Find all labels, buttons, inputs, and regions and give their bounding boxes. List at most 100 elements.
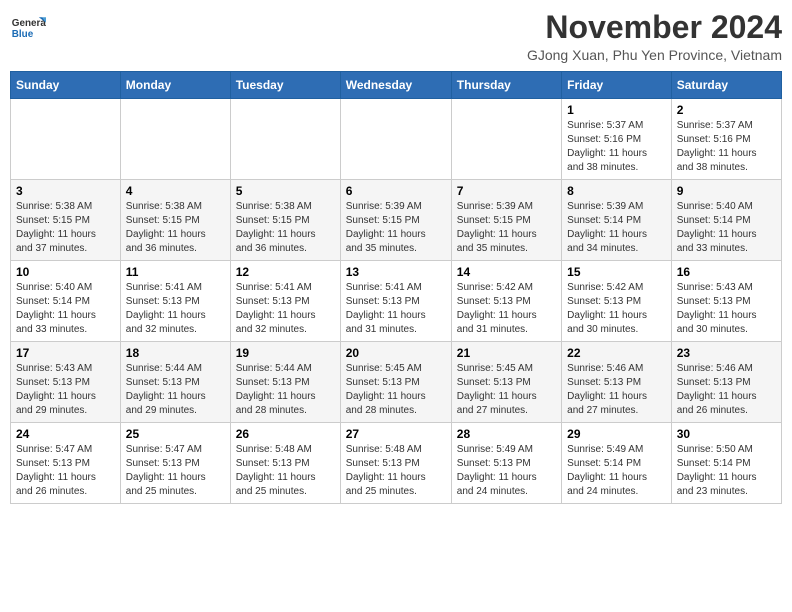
calendar-cell: 9 Sunrise: 5:40 AM Sunset: 5:14 PM Daylig… [671,180,781,261]
calendar-cell [340,99,451,180]
day-info: Sunrise: 5:46 AM Sunset: 5:13 PM Dayligh… [677,362,776,418]
calendar-cell: 22 Sunrise: 5:46 AM Sunset: 5:13 PM Dayli… [562,342,672,423]
calendar-cell: 26 Sunrise: 5:48 AM Sunset: 5:13 PM Dayli… [230,423,340,504]
day-info: Sunrise: 5:42 AM Sunset: 5:13 PM Dayligh… [567,281,666,337]
day-number: 24 [16,427,115,441]
calendar-week-row: 24 Sunrise: 5:47 AM Sunset: 5:13 PM Dayli… [11,423,782,504]
day-info: Sunrise: 5:49 AM Sunset: 5:14 PM Dayligh… [567,443,666,499]
calendar-week-row: 1 Sunrise: 5:37 AM Sunset: 5:16 PM Daylig… [11,99,782,180]
day-info: Sunrise: 5:43 AM Sunset: 5:13 PM Dayligh… [677,281,776,337]
calendar-cell: 18 Sunrise: 5:44 AM Sunset: 5:13 PM Dayli… [120,342,230,423]
day-number: 9 [677,184,776,198]
day-of-week-header: Tuesday [230,72,340,99]
calendar-cell: 4Sunrise: 5:38 AM Sunset: 5:15 PM Daylig… [120,180,230,261]
day-info: Sunrise: 5:41 AM Sunset: 5:13 PM Dayligh… [126,281,225,337]
calendar-cell: 28Sunrise: 5:49 AM Sunset: 5:13 PM Dayli… [451,423,561,504]
svg-text:Blue: Blue [12,29,34,40]
day-info: Sunrise: 5:41 AM Sunset: 5:13 PM Dayligh… [236,281,335,337]
calendar-cell: 30Sunrise: 5:50 AM Sunset: 5:14 PM Dayli… [671,423,781,504]
day-number: 12 [236,265,335,279]
calendar-cell [11,99,121,180]
day-info: Sunrise: 5:40 AM Sunset: 5:14 PM Dayligh… [16,281,115,337]
day-number: 29 [567,427,666,441]
calendar-cell: 24 Sunrise: 5:47 AM Sunset: 5:13 PM Dayli… [11,423,121,504]
calendar-cell [451,99,561,180]
day-info: Sunrise: 5:39 AM Sunset: 5:15 PM Dayligh… [346,200,446,256]
day-number: 16 [677,265,776,279]
calendar-cell: 27Sunrise: 5:48 AM Sunset: 5:13 PM Dayli… [340,423,451,504]
day-info: Sunrise: 5:47 AM Sunset: 5:13 PM Dayligh… [16,443,115,499]
day-info: Sunrise: 5:48 AM Sunset: 5:13 PM Dayligh… [236,443,335,499]
day-of-week-header: Monday [120,72,230,99]
day-number: 8 [567,184,666,198]
calendar-cell: 23 Sunrise: 5:46 AM Sunset: 5:13 PM Dayli… [671,342,781,423]
day-number: 18 [126,346,225,360]
day-number: 17 [16,346,115,360]
day-number: 20 [346,346,446,360]
calendar-cell: 2 Sunrise: 5:37 AM Sunset: 5:16 PM Daylig… [671,99,781,180]
day-number: 2 [677,103,776,117]
calendar-cell: 11 Sunrise: 5:41 AM Sunset: 5:13 PM Dayli… [120,261,230,342]
location: GJong Xuan, Phu Yen Province, Vietnam [527,47,782,63]
calendar-cell [230,99,340,180]
logo: General Blue [10,10,46,46]
title-section: November 2024 GJong Xuan, Phu Yen Provin… [527,10,782,63]
calendar-cell: 14 Sunrise: 5:42 AM Sunset: 5:13 PM Dayli… [451,261,561,342]
calendar-cell: 10 Sunrise: 5:40 AM Sunset: 5:14 PM Dayli… [11,261,121,342]
day-info: Sunrise: 5:44 AM Sunset: 5:13 PM Dayligh… [236,362,335,418]
day-number: 15 [567,265,666,279]
day-info: Sunrise: 5:39 AM Sunset: 5:15 PM Dayligh… [457,200,556,256]
day-of-week-header: Saturday [671,72,781,99]
day-number: 26 [236,427,335,441]
day-number: 21 [457,346,556,360]
month-title: November 2024 [527,10,782,45]
day-number: 30 [677,427,776,441]
day-info: Sunrise: 5:37 AM Sunset: 5:16 PM Dayligh… [567,119,666,175]
day-number: 19 [236,346,335,360]
calendar-cell: 5Sunrise: 5:38 AM Sunset: 5:15 PM Daylig… [230,180,340,261]
calendar-cell: 15 Sunrise: 5:42 AM Sunset: 5:13 PM Dayli… [562,261,672,342]
calendar-cell: 1 Sunrise: 5:37 AM Sunset: 5:16 PM Daylig… [562,99,672,180]
day-number: 1 [567,103,666,117]
calendar-cell: 13 Sunrise: 5:41 AM Sunset: 5:13 PM Dayli… [340,261,451,342]
day-of-week-header: Sunday [11,72,121,99]
day-info: Sunrise: 5:45 AM Sunset: 5:13 PM Dayligh… [457,362,556,418]
day-number: 4 [126,184,225,198]
day-info: Sunrise: 5:48 AM Sunset: 5:13 PM Dayligh… [346,443,446,499]
day-info: Sunrise: 5:47 AM Sunset: 5:13 PM Dayligh… [126,443,225,499]
day-info: Sunrise: 5:46 AM Sunset: 5:13 PM Dayligh… [567,362,666,418]
day-info: Sunrise: 5:44 AM Sunset: 5:13 PM Dayligh… [126,362,225,418]
calendar-week-row: 3Sunrise: 5:38 AM Sunset: 5:15 PM Daylig… [11,180,782,261]
day-number: 11 [126,265,225,279]
day-number: 14 [457,265,556,279]
day-number: 23 [677,346,776,360]
day-info: Sunrise: 5:43 AM Sunset: 5:13 PM Dayligh… [16,362,115,418]
svg-text:General: General [12,18,46,29]
day-number: 5 [236,184,335,198]
calendar-cell: 17 Sunrise: 5:43 AM Sunset: 5:13 PM Dayli… [11,342,121,423]
calendar-cell: 8Sunrise: 5:39 AM Sunset: 5:14 PM Daylig… [562,180,672,261]
day-of-week-header: Thursday [451,72,561,99]
day-number: 10 [16,265,115,279]
calendar-table: SundayMondayTuesdayWednesdayThursdayFrid… [10,71,782,504]
day-info: Sunrise: 5:40 AM Sunset: 5:14 PM Dayligh… [677,200,776,256]
day-info: Sunrise: 5:41 AM Sunset: 5:13 PM Dayligh… [346,281,446,337]
calendar-week-row: 10 Sunrise: 5:40 AM Sunset: 5:14 PM Dayli… [11,261,782,342]
day-number: 22 [567,346,666,360]
day-number: 25 [126,427,225,441]
calendar-cell: 20Sunrise: 5:45 AM Sunset: 5:13 PM Dayli… [340,342,451,423]
day-of-week-header: Wednesday [340,72,451,99]
calendar-cell: 6Sunrise: 5:39 AM Sunset: 5:15 PM Daylig… [340,180,451,261]
calendar-header-row: SundayMondayTuesdayWednesdayThursdayFrid… [11,72,782,99]
day-info: Sunrise: 5:37 AM Sunset: 5:16 PM Dayligh… [677,119,776,175]
page-header: General Blue November 2024 GJong Xuan, P… [10,10,782,63]
day-info: Sunrise: 5:42 AM Sunset: 5:13 PM Dayligh… [457,281,556,337]
calendar-cell: 29 Sunrise: 5:49 AM Sunset: 5:14 PM Dayli… [562,423,672,504]
calendar-week-row: 17 Sunrise: 5:43 AM Sunset: 5:13 PM Dayli… [11,342,782,423]
calendar-cell [120,99,230,180]
calendar-cell: 19 Sunrise: 5:44 AM Sunset: 5:13 PM Dayli… [230,342,340,423]
day-info: Sunrise: 5:49 AM Sunset: 5:13 PM Dayligh… [457,443,556,499]
day-number: 13 [346,265,446,279]
day-number: 7 [457,184,556,198]
day-of-week-header: Friday [562,72,672,99]
